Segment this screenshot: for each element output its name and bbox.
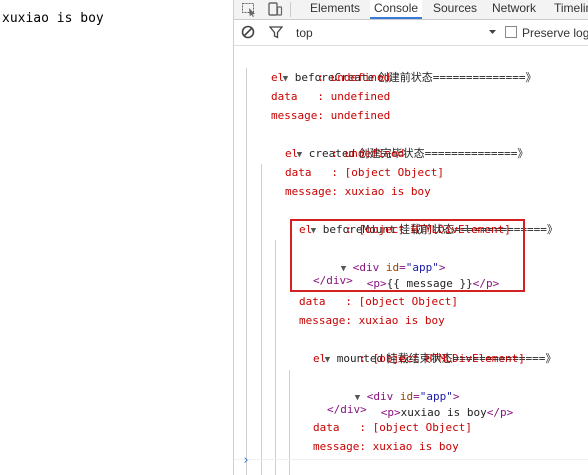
tabbar-divider bbox=[290, 2, 291, 17]
tab-console[interactable]: Console bbox=[370, 0, 423, 19]
log-line-message: message: xuxiao is boy bbox=[299, 314, 445, 327]
log-line-data: data : [object Object] bbox=[313, 421, 472, 434]
log-line-data: data : [object Object] bbox=[299, 295, 458, 308]
group-guide-line bbox=[246, 68, 247, 475]
group-guide-line bbox=[261, 164, 262, 475]
clear-console-icon[interactable] bbox=[241, 25, 255, 42]
log-line-message: message: xuxiao is boy bbox=[313, 440, 459, 453]
tab-network[interactable]: Network bbox=[492, 0, 536, 19]
tab-timeline[interactable]: Timeline bbox=[554, 0, 588, 19]
context-selector[interactable]: top bbox=[296, 26, 313, 40]
console-prompt-icon[interactable]: › bbox=[242, 453, 250, 468]
filter-icon[interactable] bbox=[268, 25, 284, 42]
log-line-data: data : [object Object] bbox=[285, 166, 444, 179]
log-line-el: el : [object HTMLDivElement] bbox=[313, 352, 525, 365]
console-toolbar: top Preserve log bbox=[234, 20, 588, 46]
log-line-message: message: xuxiao is boy bbox=[285, 185, 431, 198]
log-line-data: data : undefined bbox=[271, 90, 391, 103]
tab-sources[interactable]: Sources bbox=[433, 0, 477, 19]
preserve-log-label: Preserve log bbox=[522, 26, 588, 40]
page-body-text: xuxiao is boy bbox=[2, 11, 104, 26]
log-line-el: el : undefined bbox=[271, 71, 391, 84]
device-mode-icon[interactable] bbox=[267, 1, 283, 17]
group-guide-line bbox=[275, 240, 276, 475]
log-line-message: message: undefined bbox=[271, 109, 391, 122]
preserve-log-checkbox[interactable] bbox=[505, 26, 517, 38]
devtools-panel: Elements Console Sources Network Timelin… bbox=[233, 0, 588, 475]
separator bbox=[234, 459, 588, 460]
dropdown-arrow-icon[interactable] bbox=[488, 25, 497, 42]
tab-elements[interactable]: Elements bbox=[310, 0, 360, 19]
devtools-tabbar: Elements Console Sources Network Timelin… bbox=[234, 0, 588, 20]
inspect-element-icon[interactable] bbox=[241, 1, 257, 17]
dom-close-tag: </div> bbox=[327, 403, 367, 416]
highlight-box bbox=[290, 219, 525, 292]
log-line-el: el : undefined bbox=[285, 147, 405, 160]
